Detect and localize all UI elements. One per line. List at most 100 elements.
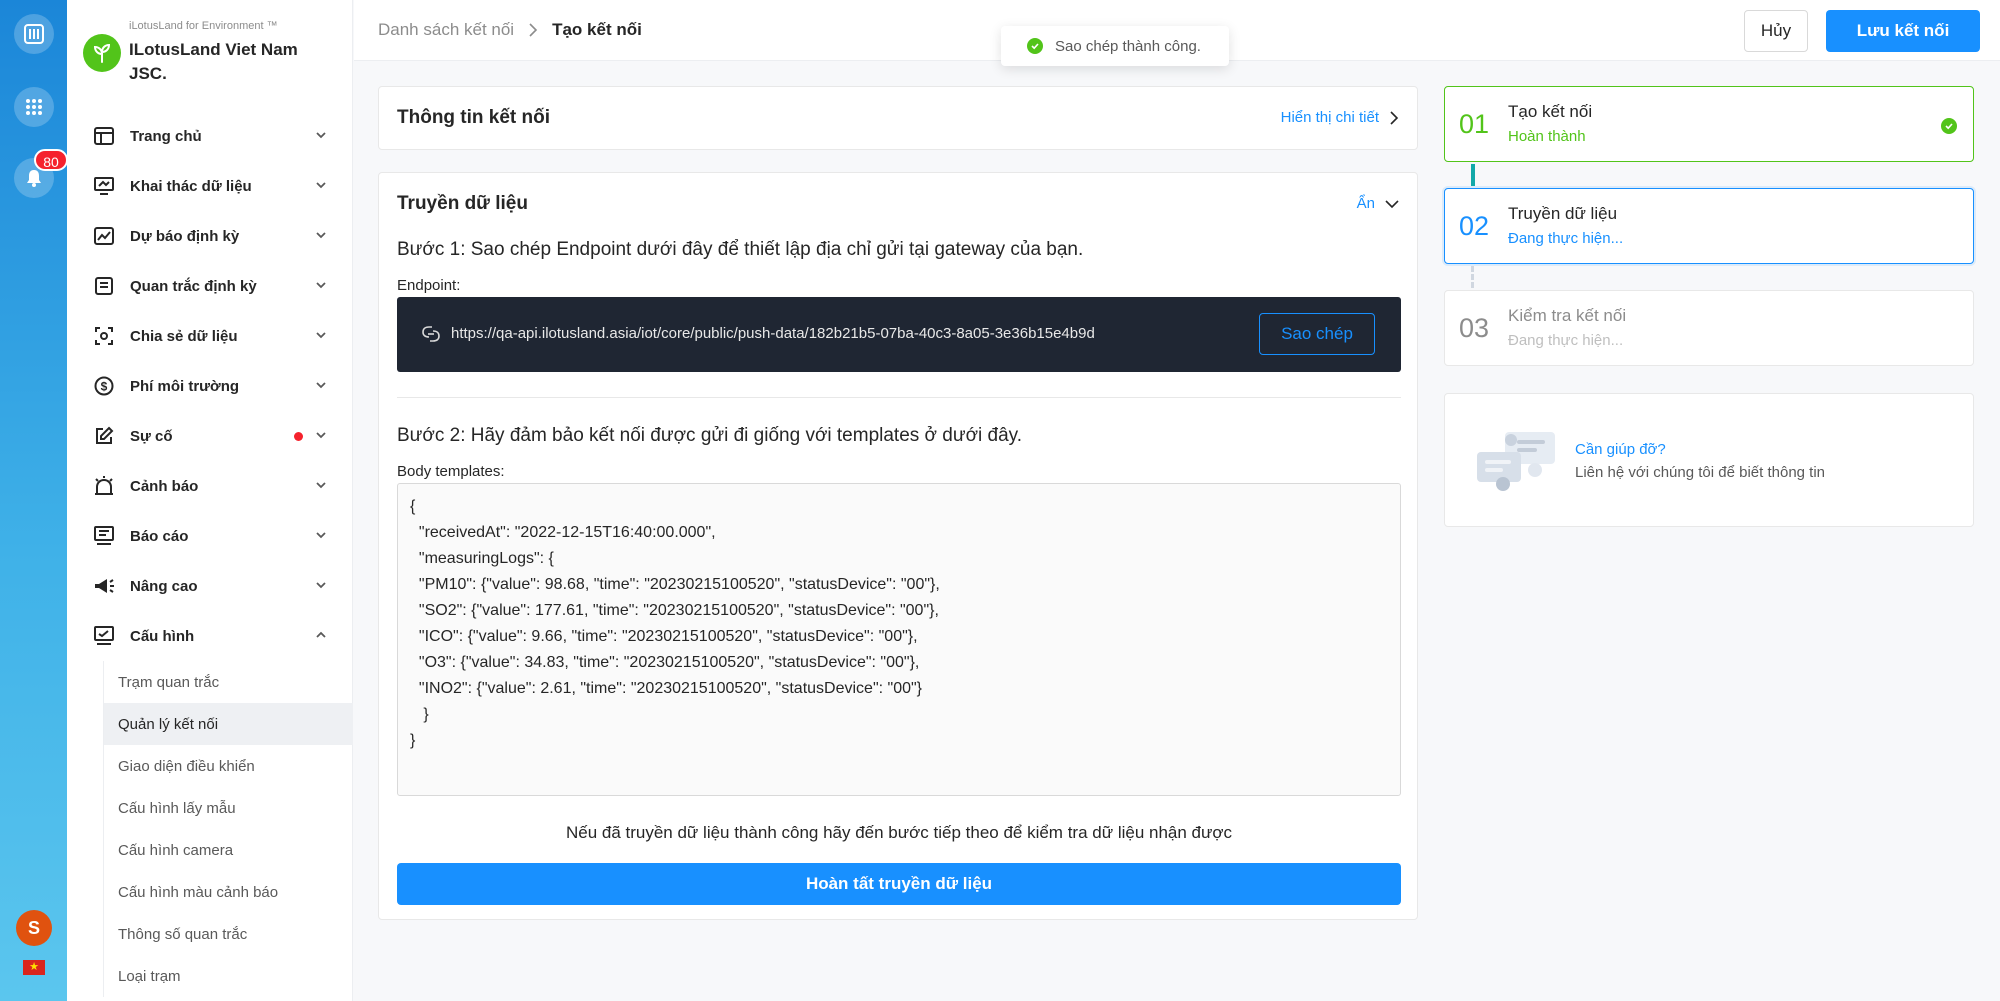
step-check-connection[interactable]: 03 Kiểm tra kết nối Đang thực hiện... — [1444, 290, 1974, 366]
sidebar-item-configuration[interactable]: Cấu hình — [67, 611, 353, 661]
endpoint-url[interactable]: https://qa-api.ilotusland.asia/iot/core/… — [451, 325, 1095, 342]
toast-message: Sao chép thành công. — [1055, 37, 1201, 55]
sidebar-item-label: Báo cáo — [130, 527, 189, 545]
sidebar-menu: Trang chủ Khai thác dữ liệu Dự báo định … — [67, 111, 353, 997]
step-title: Tạo kết nối — [1508, 102, 1593, 121]
help-description: Liên hệ với chúng tôi để biết thông tin — [1575, 464, 1826, 481]
org-tagline: iLotusLand for Environment ™ — [129, 20, 278, 32]
breadcrumb: Danh sách kết nối Tạo kết nối — [378, 20, 642, 40]
step-title: Truyền dữ liệu — [1508, 204, 1618, 223]
share-scan-icon — [93, 325, 115, 347]
megaphone-icon — [93, 575, 115, 597]
chevron-down-icon — [1385, 199, 1399, 208]
sidebar-item-periodic-monitoring[interactable]: Quan trắc định kỳ — [67, 261, 353, 311]
code-line: "ICO": {"value": 9.66, "time": "20230215… — [410, 628, 918, 645]
submenu-item-monitoring-parameters[interactable]: Thông số quan trắc — [104, 913, 353, 955]
sidebar-item-label: Chia sẻ dữ liệu — [130, 327, 238, 345]
step-title: Kiểm tra kết nối — [1508, 306, 1627, 325]
endpoint-box: https://qa-api.ilotusland.asia/iot/core/… — [397, 297, 1401, 372]
edit-icon — [93, 425, 115, 447]
sidebar-item-data-sharing[interactable]: Chia sẻ dữ liệu — [67, 311, 353, 361]
monitor-data-icon — [93, 175, 115, 197]
divider — [397, 397, 1401, 398]
chevron-down-icon — [316, 432, 326, 439]
submenu-item-control-interface[interactable]: Giao diện điều khiển — [104, 745, 353, 787]
body-template-code[interactable]: { "receivedAt": "2022-12-15T16:40:00.000… — [397, 483, 1401, 796]
sidebar-item-home[interactable]: Trang chủ — [67, 111, 353, 161]
step-connector-done — [1471, 164, 1475, 186]
code-line: } — [410, 732, 416, 749]
user-avatar[interactable]: S — [16, 910, 52, 946]
sidebar-item-report[interactable]: Báo cáo — [67, 511, 353, 561]
step-connector-pending — [1471, 266, 1475, 288]
incident-alert-dot — [294, 432, 303, 441]
sidebar-item-advanced[interactable]: Nâng cao — [67, 561, 353, 611]
submenu-item-station[interactable]: Trạm quan trắc — [104, 661, 353, 703]
code-line: "INO2": {"value": 2.61, "time": "2023021… — [410, 680, 923, 697]
alarm-icon — [93, 475, 115, 497]
chevron-down-icon — [316, 182, 326, 189]
org-header[interactable]: iLotusLand for Environment ™ ILotusLand … — [83, 18, 343, 88]
chevron-right-icon — [529, 23, 538, 37]
sidebar-item-environment-fee[interactable]: $ Phí môi trường — [67, 361, 353, 411]
chevron-down-icon — [316, 482, 326, 489]
list-icon — [93, 275, 115, 297]
chevron-down-icon — [316, 282, 326, 289]
complete-transfer-button[interactable]: Hoàn tất truyền dữ liệu — [397, 863, 1401, 905]
step-1-instruction: Bước 1: Sao chép Endpoint dưới đây để th… — [397, 239, 1084, 260]
submenu-item-sampling-config[interactable]: Cấu hình lấy mẫu — [104, 787, 353, 829]
sidebar-item-label: Cảnh báo — [130, 477, 199, 495]
code-line: "SO2": {"value": 177.61, "time": "202302… — [410, 602, 939, 619]
show-details-label: Hiển thị chi tiết — [1280, 109, 1379, 126]
step-2-instruction: Bước 2: Hãy đảm bảo kết nối được gửi đi … — [397, 425, 1023, 446]
step-status: Đang thực hiện... — [1508, 332, 1624, 349]
connection-info-title: Thông tin kết nối — [397, 107, 551, 128]
code-line: } — [410, 706, 429, 723]
configuration-submenu: Trạm quan trắc Quản lý kết nối Giao diện… — [103, 661, 353, 997]
svg-text:$: $ — [101, 380, 108, 394]
sidebar-item-warning[interactable]: Cảnh báo — [67, 461, 353, 511]
save-connection-button[interactable]: Lưu kết nối — [1826, 10, 1980, 52]
sidebar-item-label: Sự cố — [130, 427, 173, 445]
sidebar: iLotusLand for Environment ™ ILotusLand … — [67, 0, 353, 1001]
copy-success-toast: Sao chép thành công. — [1001, 26, 1229, 66]
submenu-item-station-type[interactable]: Loại trạm — [104, 955, 353, 997]
code-line: { — [410, 498, 416, 515]
sidebar-item-label: Quan trắc định kỳ — [130, 277, 257, 295]
breadcrumb-current: Tạo kết nối — [552, 20, 642, 39]
sidebar-item-label: Khai thác dữ liệu — [130, 177, 252, 195]
app-logo-icon[interactable] — [14, 14, 54, 54]
link-icon — [422, 326, 440, 342]
chevron-down-icon — [316, 232, 326, 239]
notification-count-badge: 80 — [34, 149, 68, 171]
hide-label: Ẩn — [1356, 195, 1375, 212]
show-details-link[interactable]: Hiển thị chi tiết — [1281, 109, 1399, 126]
step-create-connection[interactable]: 01 Tạo kết nối Hoàn thành — [1444, 86, 1974, 162]
chevron-right-icon — [1390, 110, 1399, 125]
breadcrumb-connection-list[interactable]: Danh sách kết nối — [378, 20, 514, 40]
hide-link[interactable]: Ẩn — [1357, 195, 1399, 212]
sidebar-item-incident[interactable]: Sự cố — [67, 411, 353, 461]
dollar-icon: $ — [93, 375, 115, 397]
sidebar-item-data-mining[interactable]: Khai thác dữ liệu — [67, 161, 353, 211]
check-circle-icon — [1027, 38, 1043, 54]
submenu-item-camera-config[interactable]: Cấu hình camera — [104, 829, 353, 871]
chevron-down-icon — [316, 132, 326, 139]
cancel-button[interactable]: Hủy — [1744, 10, 1808, 52]
submenu-item-connection-management[interactable]: Quản lý kết nối — [104, 703, 353, 745]
sidebar-item-forecast[interactable]: Dự báo định kỳ — [67, 211, 353, 261]
code-line: "measuringLogs": { — [410, 550, 554, 567]
help-title-link[interactable]: Cần giúp đỡ? — [1575, 441, 1666, 458]
chevron-down-icon — [316, 582, 326, 589]
help-card: Cần giúp đỡ? Liên hệ với chúng tôi để bi… — [1444, 393, 1974, 527]
org-name: ILotusLand Viet Nam JSC. — [129, 40, 298, 83]
copy-endpoint-button[interactable]: Sao chép — [1259, 313, 1375, 355]
chevron-up-icon — [316, 631, 326, 638]
language-flag-icon[interactable]: ★ — [23, 960, 45, 975]
chart-line-icon — [93, 225, 115, 247]
apps-grid-icon[interactable] — [14, 87, 54, 127]
chevron-down-icon — [316, 382, 326, 389]
step-data-transfer[interactable]: 02 Truyền dữ liệu Đang thực hiện... — [1444, 188, 1974, 264]
org-logo-icon — [83, 34, 121, 72]
submenu-item-alert-color-config[interactable]: Cấu hình màu cảnh báo — [104, 871, 353, 913]
